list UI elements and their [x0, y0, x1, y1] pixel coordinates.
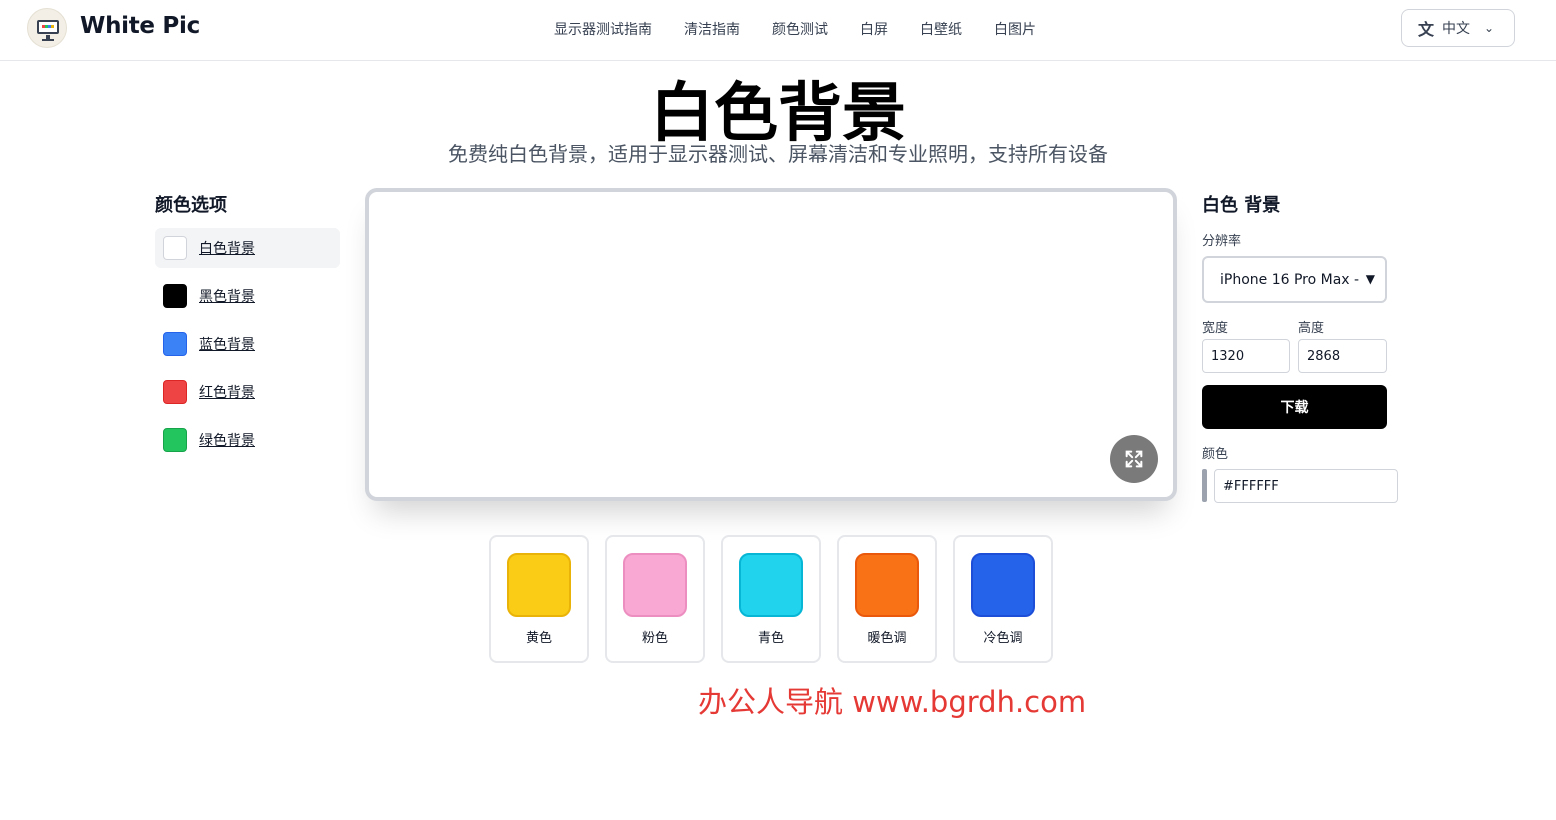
width-label: 宽度: [1202, 321, 1229, 336]
color-options-title: 颜色选项: [155, 195, 227, 216]
height-value: 2868: [1307, 348, 1341, 364]
color-option-label: 绿色背景: [199, 433, 255, 449]
color-option-label: 红色背景: [199, 385, 255, 401]
color-swatch: [163, 380, 187, 404]
swatch-card-pink[interactable]: 粉色: [605, 535, 705, 663]
chevron-down-icon: ▼: [1365, 272, 1375, 286]
main-nav: 显示器测试指南 清洁指南 颜色测试 白屏 白壁纸 白图片: [554, 19, 1036, 39]
color-hex-value: #FFFFFF: [1223, 478, 1279, 494]
swatch-label: 粉色: [641, 631, 668, 646]
color-hex-input[interactable]: #FFFFFF: [1214, 469, 1398, 503]
swatch-card-cool[interactable]: 冷色调: [953, 535, 1053, 663]
color-preview-bar[interactable]: [1202, 469, 1207, 502]
width-value: 1320: [1211, 348, 1245, 364]
nav-monitor-guide[interactable]: 显示器测试指南: [554, 19, 652, 39]
nav-cleaning-guide[interactable]: 清洁指南: [684, 19, 740, 39]
swatch-label: 青色: [757, 631, 784, 646]
swatch-label: 冷色调: [983, 631, 1023, 646]
language-label: 中文: [1442, 21, 1471, 37]
top-header: White Pic 显示器测试指南 清洁指南 颜色测试 白屏 白壁纸 白图片 文…: [0, 0, 1556, 61]
resolution-value: iPhone 16 Pro Max -: [1220, 271, 1360, 288]
swatch-card-cyan[interactable]: 青色: [721, 535, 821, 663]
swatch-card-warm[interactable]: 暖色调: [837, 535, 937, 663]
swatch-color: [739, 553, 803, 617]
color-option-blue[interactable]: 蓝色背景: [155, 324, 340, 364]
swatch-color: [971, 553, 1035, 617]
swatch-color: [855, 553, 919, 617]
color-option-black[interactable]: 黑色背景: [155, 276, 340, 316]
chevron-down-icon: ⌄: [1484, 21, 1495, 35]
color-option-label: 黑色背景: [199, 289, 255, 305]
translate-icon: 文: [1418, 20, 1435, 39]
width-input[interactable]: 1320: [1202, 339, 1290, 373]
watermark-text: 办公人导航 www.bgrdh.com: [698, 685, 1087, 719]
nav-white-wallpaper[interactable]: 白壁纸: [920, 19, 962, 39]
brand-name[interactable]: White Pic: [80, 13, 200, 39]
swatch-label: 黄色: [525, 631, 552, 646]
logo-icon[interactable]: [27, 8, 67, 48]
resolution-label: 分辨率: [1202, 234, 1242, 249]
color-option-label: 蓝色背景: [199, 337, 255, 353]
nav-white-screen[interactable]: 白屏: [860, 19, 888, 39]
color-swatch: [163, 332, 187, 356]
swatch-label: 暖色调: [867, 631, 907, 646]
color-option-white[interactable]: 白色背景: [155, 228, 340, 268]
nav-white-image[interactable]: 白图片: [994, 19, 1036, 39]
color-option-green[interactable]: 绿色背景: [155, 420, 340, 460]
fullscreen-button[interactable]: [1110, 435, 1158, 483]
color-swatch: [163, 428, 187, 452]
height-label: 高度: [1298, 321, 1325, 336]
height-input[interactable]: 2868: [1298, 339, 1387, 373]
page-subtitle: 免费纯白色背景，适用于显示器测试、屏幕清洁和专业照明，支持所有设备: [448, 142, 1108, 166]
nav-color-test[interactable]: 颜色测试: [772, 19, 828, 39]
resolution-select[interactable]: iPhone 16 Pro Max - ▼: [1202, 256, 1387, 303]
background-preview[interactable]: [365, 188, 1177, 501]
language-selector[interactable]: 文 中文 ⌄: [1401, 9, 1515, 47]
color-label: 颜色: [1202, 447, 1229, 462]
swatch-color: [623, 553, 687, 617]
color-swatch: [163, 236, 187, 260]
color-option-red[interactable]: 红色背景: [155, 372, 340, 412]
swatch-color: [507, 553, 571, 617]
color-option-label: 白色背景: [199, 241, 255, 257]
settings-title: 白色 背景: [1202, 195, 1281, 216]
download-button[interactable]: 下载: [1202, 385, 1387, 429]
swatch-card-yellow[interactable]: 黄色: [489, 535, 589, 663]
fullscreen-icon: [1125, 450, 1143, 468]
color-swatch: [163, 284, 187, 308]
